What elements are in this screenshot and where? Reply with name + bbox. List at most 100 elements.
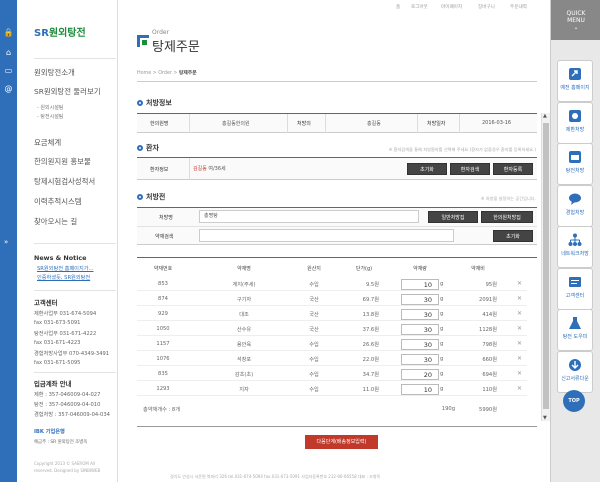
unit-label: g (440, 356, 444, 362)
cell-price: 22.0원 (362, 357, 379, 363)
lock-icon[interactable]: 🔒 (3, 28, 14, 38)
nav-item-directions[interactable]: 찾아오시는 길 (34, 216, 77, 227)
delete-icon[interactable]: ✕ (517, 295, 522, 302)
book-icon[interactable]: ▭ (3, 66, 14, 76)
table-row: 874 구기자 국산 69.7원 30 g 2091원 ✕ (137, 293, 527, 306)
patient-info: 김길동 여/36세 (193, 165, 226, 172)
quick-item-label: 경험처방 (565, 209, 585, 216)
top-link-logout[interactable]: 로그아웃 (411, 4, 428, 10)
qty-input[interactable]: 10 (401, 384, 439, 395)
bank-line: 제환 : 357-046009-04-027 (34, 392, 101, 398)
cell-name: 구기자 (236, 297, 252, 303)
nav-item-intro[interactable]: 원외탕전소개 (34, 67, 75, 78)
crumb-order[interactable]: Order (158, 71, 172, 76)
qty-input[interactable]: 30 (401, 339, 439, 350)
quick-item[interactable]: 네트워크처방 (557, 226, 593, 268)
news-item[interactable]: SR원외탕전 홈페이지가... (37, 265, 93, 272)
top-link-home[interactable]: 홈 (396, 4, 400, 10)
clinic-prescription-button[interactable]: 한의원처방집 (481, 211, 533, 223)
expand-arrow-icon[interactable]: » (4, 238, 8, 246)
delete-icon[interactable]: ✕ (517, 340, 522, 347)
prescription-reset-button[interactable]: 초기화 (493, 230, 533, 242)
cell-code: 835 (158, 371, 168, 377)
home-icon[interactable]: ⌂ (3, 48, 14, 58)
unit-label: g (440, 326, 444, 332)
unit-label: g (440, 281, 444, 287)
delete-icon[interactable]: ✕ (517, 310, 522, 317)
quick-item[interactable]: 탕전처방 (557, 143, 593, 185)
patient-search-button[interactable]: 환자검색 (450, 163, 490, 175)
quick-menu-header[interactable]: QUICK MENU ⌄ (551, 0, 600, 40)
customer-line: fax 031-671-4223 (34, 340, 81, 346)
cell-cost: 694원 (482, 372, 497, 378)
page-title: 탕제주문 (152, 40, 200, 55)
top-link-cart[interactable]: 장바구니 (478, 4, 495, 10)
scroll-down-icon[interactable]: ▼ (543, 415, 547, 421)
qty-input[interactable]: 30 (401, 309, 439, 320)
pot-icon (569, 151, 581, 163)
logo[interactable]: SR원외탕전 (34, 24, 86, 39)
qty-input[interactable]: 20 (401, 369, 439, 380)
nav-sub-2[interactable]: - 탕전시설팀 (37, 113, 63, 120)
qty-input[interactable]: 30 (401, 324, 439, 335)
chat-icon (569, 193, 581, 205)
delete-icon[interactable]: ✕ (517, 355, 522, 362)
qty-input[interactable]: 30 (401, 294, 439, 305)
customer-line: 탕전사업부 031-671-4222 (34, 331, 97, 337)
quick-item[interactable]: 고객센터 (557, 267, 593, 310)
nav-sub-1[interactable]: - 원외시설팀 (37, 104, 63, 111)
cell-code: 1076 (156, 356, 170, 362)
copyright: reserved. Designed by SINBIWEB (34, 468, 101, 473)
scrollbar[interactable]: ▲ ▼ (541, 113, 550, 421)
nav-item-trace[interactable]: 이력추적시스템 (34, 196, 82, 207)
delete-icon[interactable]: ✕ (517, 280, 522, 287)
news-item[interactable]: 인증하셨듯, SR원외탕전 (37, 274, 90, 281)
at-icon[interactable]: @ (3, 84, 14, 94)
quick-item[interactable]: 제환처방 (557, 101, 593, 144)
cell-code: 1157 (156, 341, 170, 347)
reset-button[interactable]: 초기화 (407, 163, 447, 175)
cell-cost: 2091원 (479, 297, 497, 303)
nav-item-fees[interactable]: 요금체계 (34, 137, 61, 148)
customer-line: fax 031-671-5095 (34, 360, 81, 366)
prescription-name-input[interactable]: 총명탕 (199, 210, 419, 223)
herb-search-input[interactable] (199, 229, 454, 242)
quick-item[interactable]: 탕전 도우미 (557, 309, 593, 351)
nav-item-tour[interactable]: SR원외탕전 둘러보기 (34, 86, 101, 97)
top-link-mypage[interactable]: 마이페이지 (441, 4, 462, 10)
col-origin: 원산지 (307, 266, 321, 272)
cell-code: 1050 (156, 326, 170, 332)
unit-label: g (440, 371, 444, 377)
scroll-thumb[interactable] (543, 123, 549, 409)
quick-item[interactable]: 신고서류다운 (557, 350, 593, 393)
delete-icon[interactable]: ✕ (517, 385, 522, 392)
scroll-up-icon[interactable]: ▲ (543, 113, 547, 119)
col-code: 약재번호 (153, 266, 173, 272)
quick-item[interactable]: 경험처방 (557, 184, 593, 227)
crumb-home[interactable]: Home (137, 71, 151, 76)
next-step-button[interactable]: 다음단계(배송정보입력) (305, 435, 378, 449)
qty-input[interactable]: 10 (401, 279, 439, 290)
bank-title: 입금계좌 안내 (34, 380, 72, 388)
cell-name: 석창포 (236, 357, 252, 363)
general-prescription-button[interactable]: 일반처방집 (428, 211, 478, 223)
qty-input[interactable]: 30 (401, 354, 439, 365)
chevron-down-icon: ⌄ (573, 24, 579, 31)
network-icon (568, 233, 582, 246)
unit-label: g (440, 296, 444, 302)
patient-label: 환자정보 (150, 167, 169, 173)
nav-item-report[interactable]: 탕제시험검사성적서 (34, 176, 95, 187)
nav-item-promo[interactable]: 한의원지원 홍보물 (34, 156, 91, 167)
patient-register-button[interactable]: 환자등록 (493, 163, 533, 175)
cell-price: 37.6원 (362, 327, 379, 333)
clinic-label: 한의원명 (150, 121, 169, 127)
customer-line: 경험처방사업부 070-4349-3491 (34, 351, 110, 357)
col-cost: 약재비 (471, 266, 485, 272)
prescription-name-label: 처방명 (159, 215, 173, 221)
delete-icon[interactable]: ✕ (517, 370, 522, 377)
top-link-orders[interactable]: 주문내역 (510, 4, 527, 10)
quick-item[interactable]: 예전 홈페이지 (557, 60, 593, 102)
top-button[interactable]: TOP (563, 390, 585, 412)
delete-icon[interactable]: ✕ (517, 325, 522, 332)
bank-line: 경험처방 : 357-046009-04-034 (34, 412, 110, 418)
